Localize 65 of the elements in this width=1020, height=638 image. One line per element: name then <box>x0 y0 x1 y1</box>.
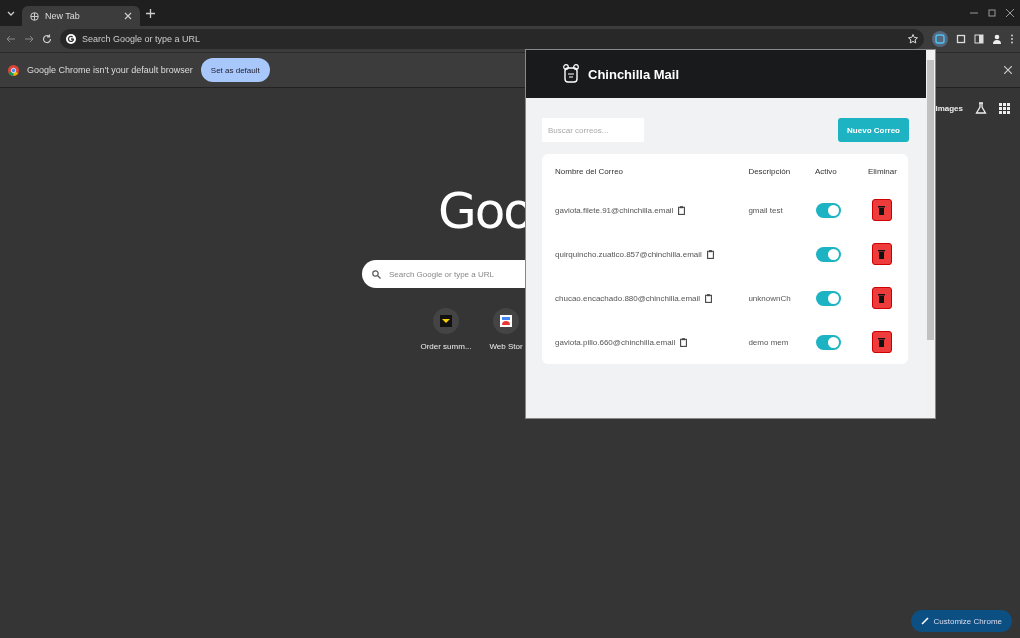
address-bar[interactable]: Search Google or type a URL <box>60 29 924 49</box>
set-default-button[interactable]: Set as default <box>200 58 270 82</box>
delete-button[interactable] <box>871 243 892 265</box>
trash-icon <box>878 337 885 347</box>
clipboard-icon[interactable] <box>705 293 713 303</box>
customize-button[interactable]: Customize Chrome <box>910 610 1012 632</box>
trash-icon <box>878 249 885 259</box>
globe-icon <box>30 11 39 21</box>
images-link[interactable]: Images <box>935 103 963 113</box>
description-text: demo mem <box>748 337 789 347</box>
email-address: quirquincho.zuatico.857@chinchilla.email <box>555 249 702 259</box>
close-icon[interactable] <box>1004 66 1012 74</box>
minimize-icon[interactable] <box>970 9 978 17</box>
shortcut-tile[interactable]: Web Stor <box>482 308 530 351</box>
search-placeholder: Search Google or type a URL <box>389 269 494 279</box>
close-icon[interactable] <box>124 12 132 20</box>
search-field[interactable]: Search Google or type a URL <box>362 260 526 288</box>
toggle-switch[interactable] <box>816 334 841 350</box>
star-icon[interactable] <box>908 34 918 44</box>
email-address: gaviota.filete.91@chinchilla.email <box>555 205 674 215</box>
profile-icon[interactable] <box>992 34 1002 44</box>
search-field[interactable]: Buscar correos... <box>542 118 644 142</box>
email-address: chucao.encachado.880@chinchilla.email <box>555 293 701 303</box>
trash-icon <box>878 205 885 215</box>
back-arrow-icon[interactable] <box>6 34 16 44</box>
search-icon <box>372 269 381 279</box>
close-icon[interactable] <box>1006 9 1014 17</box>
column-header: Eliminar <box>855 154 908 188</box>
delete-button[interactable] <box>871 331 892 353</box>
restore-icon[interactable] <box>988 9 996 17</box>
email-address: gaviota.pillo.660@chinchilla.email <box>555 337 676 347</box>
column-header: Nombre del Correo <box>542 154 736 188</box>
forward-arrow-icon[interactable] <box>24 34 34 44</box>
tab-title: New Tab <box>45 11 81 21</box>
apps-grid-icon[interactable] <box>999 102 1010 114</box>
browser-tab[interactable]: New Tab <box>22 6 140 26</box>
new-tab-icon[interactable] <box>146 8 155 18</box>
reload-icon[interactable] <box>42 34 52 44</box>
column-header: Descripción <box>735 154 802 188</box>
address-placeholder: Search Google or type a URL <box>82 34 202 44</box>
g-logo-icon <box>66 34 76 44</box>
toggle-switch[interactable] <box>816 202 841 218</box>
side-panel-icon[interactable] <box>974 34 984 44</box>
delete-button[interactable] <box>871 199 892 221</box>
column-header: Activo <box>802 154 855 188</box>
app-title: Chinchilla Mail <box>588 66 679 82</box>
description-text: unknownCh <box>748 293 791 303</box>
infobar-message: Google Chrome isn't your default browser <box>27 65 193 75</box>
shortcut-icon <box>438 313 454 329</box>
chrome-logo-icon <box>8 64 19 76</box>
toggle-switch[interactable] <box>816 246 841 262</box>
extension-icon[interactable] <box>932 31 948 47</box>
store-icon <box>498 313 514 329</box>
pencil-icon <box>920 617 929 625</box>
clipboard-icon[interactable] <box>706 249 714 259</box>
shortcut-tile[interactable]: Order summ... <box>422 308 470 351</box>
clipboard-icon[interactable] <box>678 205 686 215</box>
clipboard-icon[interactable] <box>680 337 688 347</box>
toggle-switch[interactable] <box>816 290 841 306</box>
menu-icon[interactable] <box>1010 34 1014 44</box>
delete-button[interactable] <box>871 287 892 309</box>
chinchilla-logo-icon <box>562 64 580 84</box>
flask-icon[interactable] <box>975 102 987 114</box>
description-text: gmail test <box>748 205 783 215</box>
trash-icon <box>878 293 885 303</box>
